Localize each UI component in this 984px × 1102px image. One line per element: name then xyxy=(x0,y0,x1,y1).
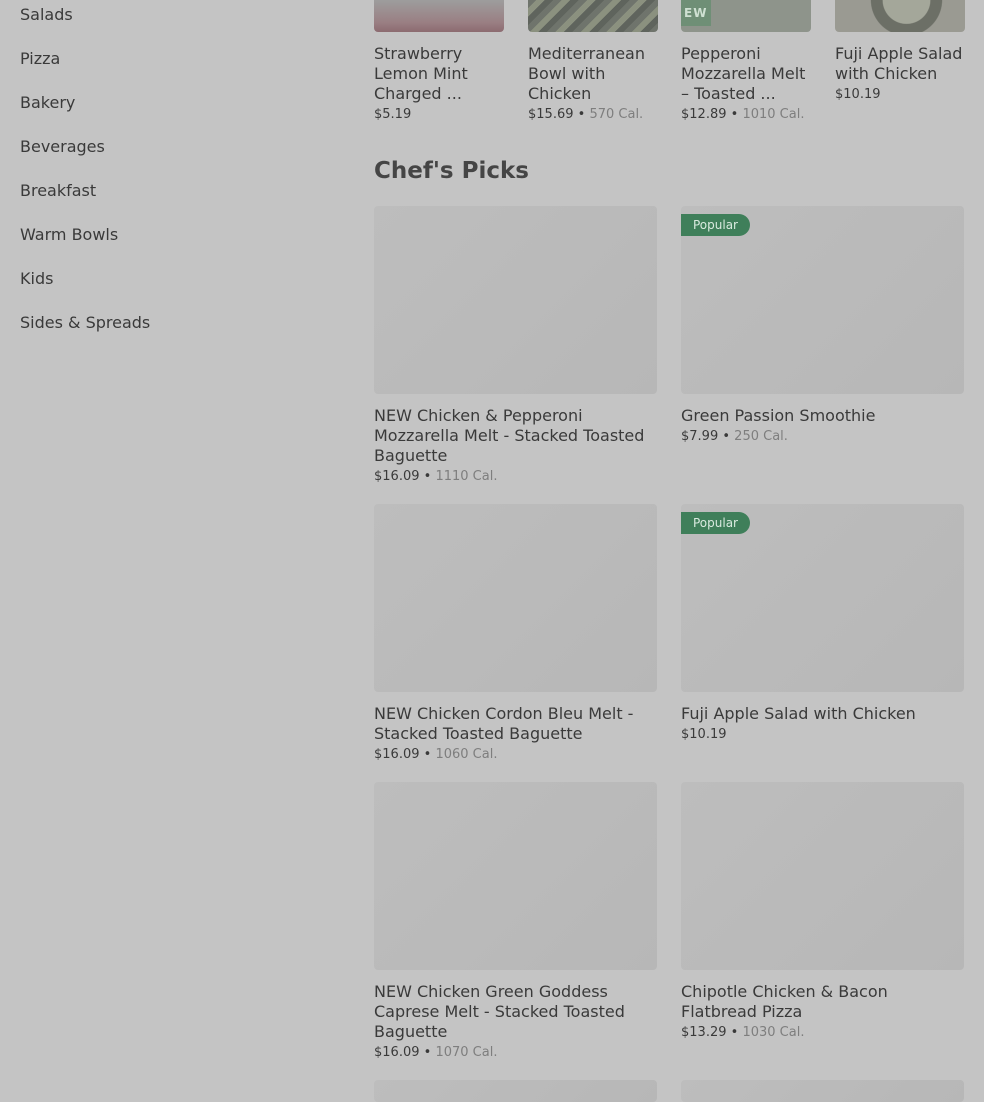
menu-item-card[interactable]: NEW Chicken Green Goddess Caprese Melt -… xyxy=(374,782,657,1060)
sidebar-item-kids[interactable]: Kids xyxy=(20,269,53,288)
item-image xyxy=(681,1080,964,1102)
item-name: Strawberry Lemon Mint Charged ... xyxy=(374,44,468,103)
carousel-card[interactable]: Fuji Apple Salad with Chicken $10.19 xyxy=(835,0,965,102)
item-price: $10.19 xyxy=(681,727,727,742)
item-calories: 1010 Cal. xyxy=(742,107,805,122)
menu-item-card[interactable]: Popular Green Passion Smoothie $7.99 • 2… xyxy=(681,206,964,444)
item-price: $16.09 • 1070 Cal. xyxy=(374,1045,498,1060)
menu-item-card[interactable] xyxy=(374,1080,657,1102)
menu-item-card[interactable]: Popular Fuji Apple Salad with Chicken $1… xyxy=(681,504,964,742)
separator-dot: • xyxy=(730,107,739,122)
item-image xyxy=(374,1080,657,1102)
sidebar-item-warm-bowls[interactable]: Warm Bowls xyxy=(20,225,118,244)
item-image xyxy=(681,782,964,970)
item-name: Fuji Apple Salad with Chicken xyxy=(681,704,916,723)
item-image xyxy=(374,206,657,394)
item-name: NEW Chicken Green Goddess Caprese Melt -… xyxy=(374,982,625,1041)
item-price: $5.19 xyxy=(374,107,412,122)
item-image xyxy=(528,0,658,32)
sidebar-item-salads[interactable]: Salads xyxy=(20,5,73,24)
item-price: $13.29 • 1030 Cal. xyxy=(681,1025,805,1040)
item-calories: 570 Cal. xyxy=(589,107,644,122)
item-name: NEW Chicken & Pepperoni Mozzarella Melt … xyxy=(374,406,645,465)
item-name: Fuji Apple Salad with Chicken xyxy=(835,44,963,83)
item-image xyxy=(374,782,657,970)
item-price: $10.19 xyxy=(835,87,881,102)
item-price: $12.89 • 1010 Cal. xyxy=(681,107,805,122)
section-title: Chef's Picks xyxy=(374,158,529,184)
popular-badge: Popular xyxy=(681,214,750,236)
item-name: Pepperoni Mozzarella Melt – Toasted ... xyxy=(681,44,806,103)
sidebar-item-bakery[interactable]: Bakery xyxy=(20,93,75,112)
item-image: Popular xyxy=(681,504,964,692)
carousel-card[interactable]: Mediterranean Bowl with Chicken $15.69 •… xyxy=(528,0,658,122)
page: Salads Pizza Bakery Beverages Breakfast … xyxy=(0,0,984,1102)
item-price: $15.69 • 570 Cal. xyxy=(528,107,644,122)
menu-item-card[interactable]: NEW Chicken Cordon Bleu Melt - Stacked T… xyxy=(374,504,657,762)
sidebar-item-sides-spreads[interactable]: Sides & Spreads xyxy=(20,313,150,332)
item-price: $16.09 • 1110 Cal. xyxy=(374,469,498,484)
item-image xyxy=(374,504,657,692)
item-price: $16.09 • 1060 Cal. xyxy=(374,747,498,762)
item-image xyxy=(374,0,504,32)
menu-item-card[interactable] xyxy=(681,1080,964,1102)
popular-badge: Popular xyxy=(681,512,750,534)
item-price: $7.99 • 250 Cal. xyxy=(681,429,788,444)
item-name: NEW Chicken Cordon Bleu Melt - Stacked T… xyxy=(374,704,634,743)
separator-dot: • xyxy=(577,107,586,122)
sidebar-item-beverages[interactable]: Beverages xyxy=(20,137,105,156)
item-name: Mediterranean Bowl with Chicken xyxy=(528,44,645,103)
sidebar-item-pizza[interactable]: Pizza xyxy=(20,49,60,68)
carousel-card[interactable]: EW Pepperoni Mozzarella Melt – Toasted .… xyxy=(681,0,811,122)
item-image xyxy=(835,0,965,32)
item-image: EW xyxy=(681,0,811,32)
new-badge: EW xyxy=(681,0,711,26)
item-name: Chipotle Chicken & Bacon Flatbread Pizza xyxy=(681,982,888,1021)
carousel-card[interactable]: Strawberry Lemon Mint Charged ... $5.19 xyxy=(374,0,504,122)
menu-item-card[interactable]: Chipotle Chicken & Bacon Flatbread Pizza… xyxy=(681,782,964,1040)
item-name: Green Passion Smoothie xyxy=(681,406,876,425)
sidebar-item-breakfast[interactable]: Breakfast xyxy=(20,181,96,200)
menu-item-card[interactable]: NEW Chicken & Pepperoni Mozzarella Melt … xyxy=(374,206,657,484)
item-image: Popular xyxy=(681,206,964,394)
